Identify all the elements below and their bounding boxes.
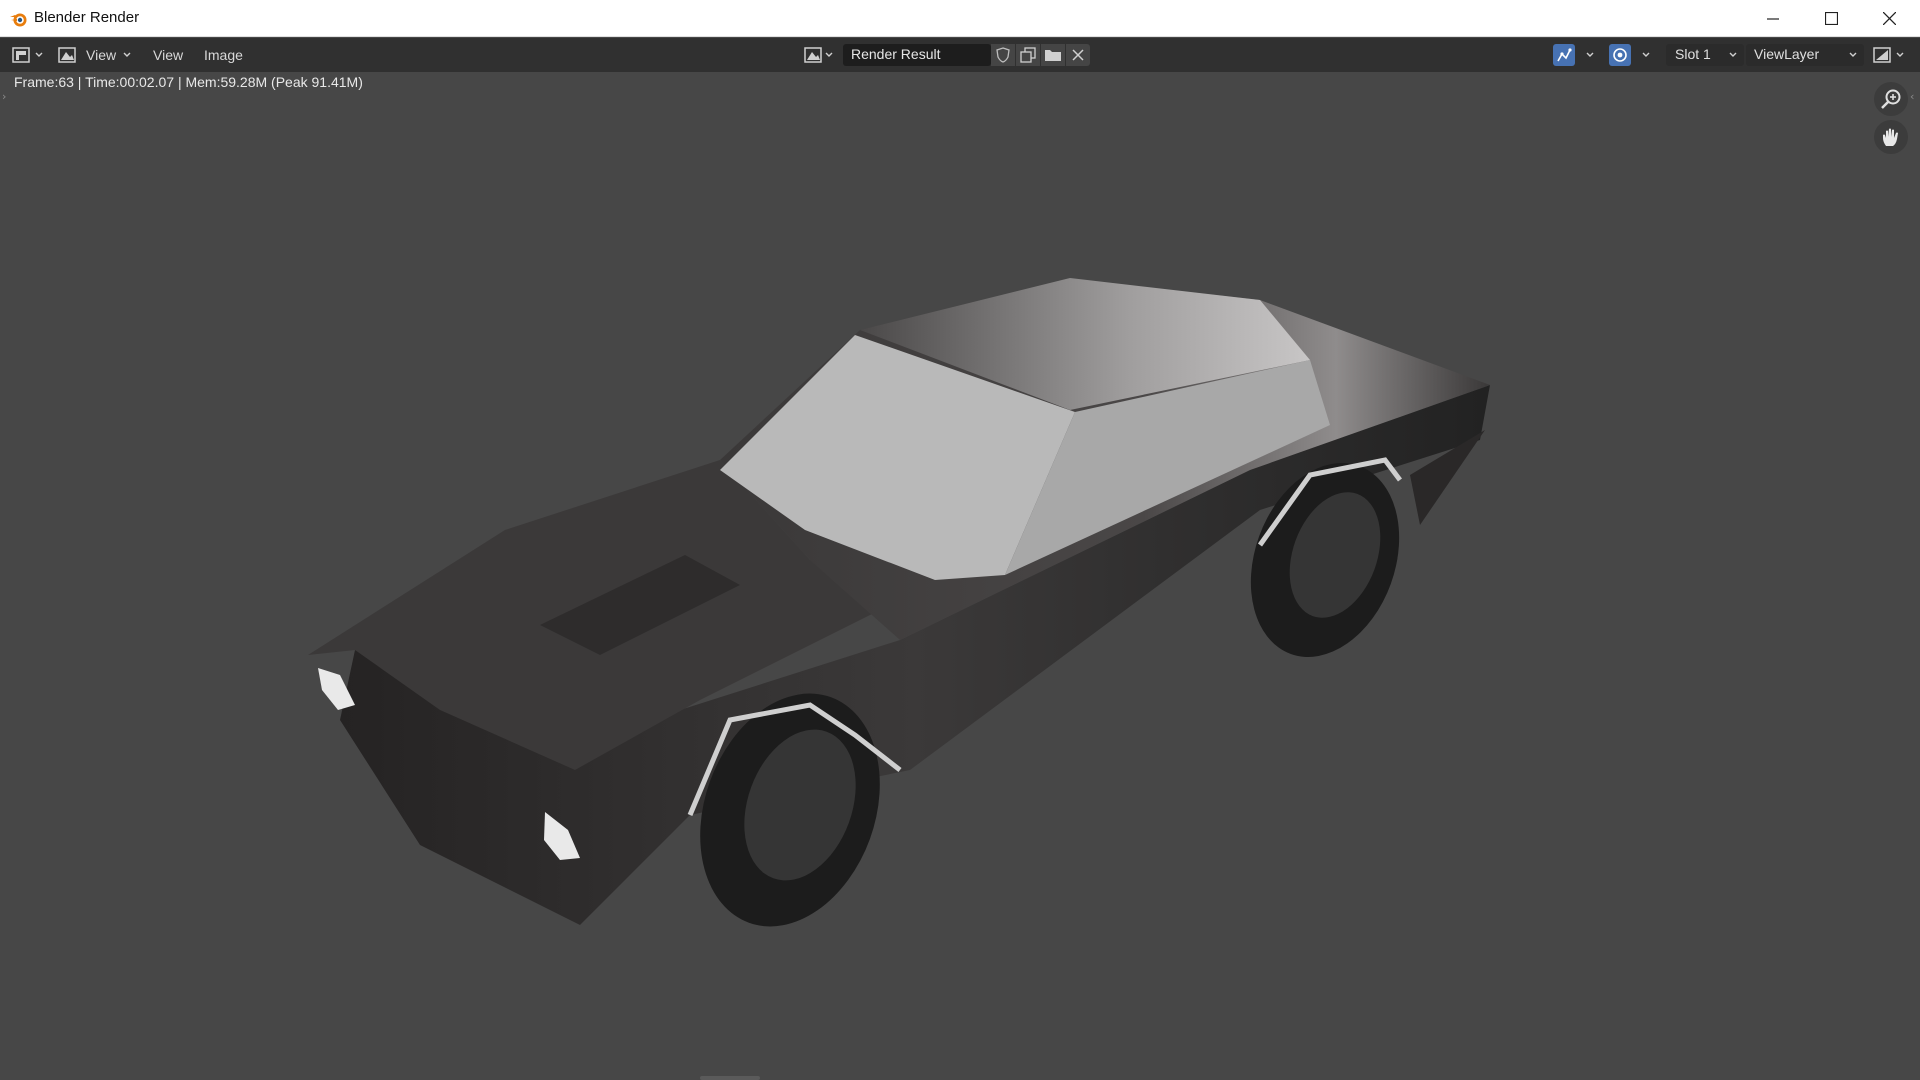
minimize-button[interactable] bbox=[1744, 0, 1802, 37]
menu-image[interactable]: Image bbox=[204, 44, 243, 66]
view-mode-dropdown[interactable]: View bbox=[58, 44, 136, 66]
slot-label: Slot 1 bbox=[1675, 46, 1711, 62]
render-result-image bbox=[308, 278, 1490, 927]
image-editor-header: View View Image Render Result Slot 1 Vie… bbox=[0, 38, 1920, 72]
view-layer-dropdown[interactable]: ViewLayer bbox=[1746, 44, 1864, 66]
left-region-toggle[interactable]: › bbox=[2, 90, 6, 103]
display-channels-dropdown[interactable] bbox=[1873, 44, 1913, 66]
zoom-icon bbox=[1881, 89, 1901, 109]
pan-view-button[interactable] bbox=[1874, 120, 1908, 154]
minimize-icon bbox=[1767, 17, 1779, 20]
slot-dropdown[interactable]: Slot 1 bbox=[1666, 44, 1744, 66]
new-image-button[interactable] bbox=[1016, 44, 1040, 66]
image-view-icon bbox=[58, 47, 76, 63]
window-titlebar: Blender Render bbox=[0, 0, 1920, 37]
menu-view[interactable]: View bbox=[153, 44, 183, 66]
image-browse-icon bbox=[804, 47, 822, 63]
chevron-down-icon bbox=[825, 52, 833, 57]
view-mode-label: View bbox=[86, 47, 117, 63]
unlink-image-button[interactable] bbox=[1066, 44, 1090, 66]
chevron-down-icon bbox=[1586, 52, 1594, 57]
zoom-view-button[interactable] bbox=[1874, 82, 1908, 116]
render-viewport[interactable]: › ‹ bbox=[0, 72, 1920, 1080]
chevron-down-icon bbox=[1729, 52, 1737, 57]
maximize-icon bbox=[1824, 12, 1838, 25]
editor-type-button[interactable] bbox=[12, 44, 48, 66]
fake-user-button[interactable] bbox=[991, 44, 1015, 66]
hand-pan-icon bbox=[1883, 128, 1898, 146]
chevron-down-icon bbox=[35, 52, 43, 57]
chevron-down-icon bbox=[1849, 52, 1857, 57]
blender-logo-icon bbox=[10, 13, 27, 27]
display-channels-icon bbox=[1873, 47, 1891, 63]
chevron-down-icon bbox=[123, 52, 131, 57]
new-image-icon bbox=[1020, 47, 1036, 63]
gizmo-icon bbox=[1613, 48, 1627, 62]
close-icon bbox=[1882, 12, 1896, 25]
unlink-x-icon bbox=[1072, 49, 1084, 61]
overlay-icon bbox=[1557, 48, 1572, 62]
horizontal-scrollbar[interactable] bbox=[700, 1076, 760, 1080]
browse-image-button[interactable] bbox=[804, 44, 840, 66]
chevron-down-icon bbox=[1896, 52, 1904, 57]
chevron-down-icon bbox=[1642, 52, 1650, 57]
close-button[interactable] bbox=[1860, 0, 1918, 37]
fake-user-shield-icon bbox=[996, 47, 1010, 63]
window-title: Blender Render bbox=[34, 9, 140, 26]
view-layer-label: ViewLayer bbox=[1754, 46, 1820, 62]
render-info-text: Frame:63 | Time:00:02.07 | Mem:59.28M (P… bbox=[14, 74, 363, 90]
open-image-button[interactable] bbox=[1041, 44, 1065, 66]
maximize-button[interactable] bbox=[1802, 0, 1860, 37]
image-name-field[interactable]: Render Result bbox=[843, 44, 991, 66]
open-folder-icon bbox=[1045, 50, 1061, 61]
overlays-toggle[interactable] bbox=[1553, 44, 1599, 66]
gizmo-toggle[interactable] bbox=[1609, 44, 1655, 66]
right-region-toggle[interactable]: ‹ bbox=[1910, 90, 1914, 103]
image-editor-icon bbox=[12, 47, 30, 63]
